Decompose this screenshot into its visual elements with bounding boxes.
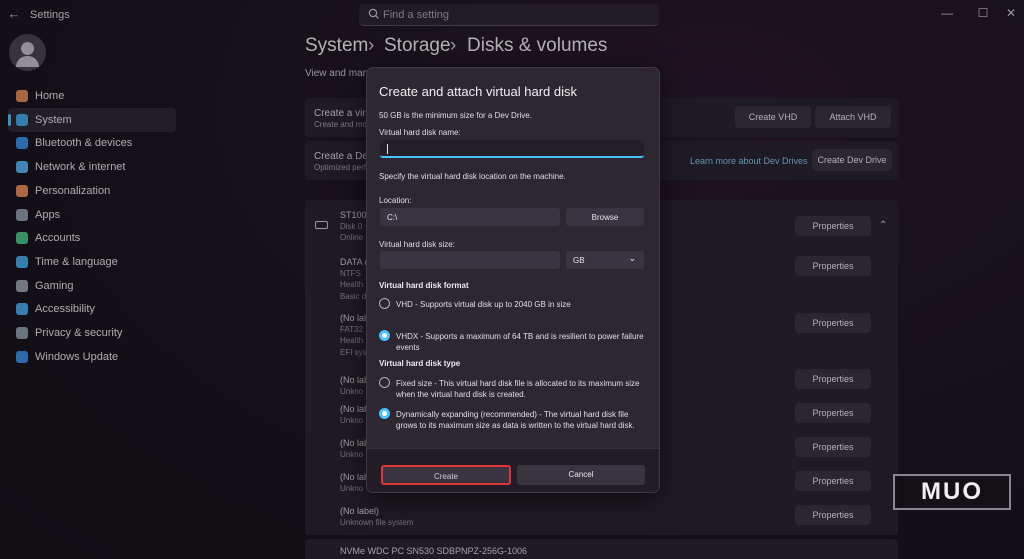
unit-value: GB <box>573 256 585 265</box>
size-label: Virtual hard disk size: <box>379 240 455 249</box>
browse-button[interactable]: Browse <box>566 208 644 226</box>
min-size-note: 50 GB is the minimum size for a Dev Driv… <box>379 111 532 120</box>
vhd-radio[interactable] <box>379 298 390 309</box>
dialog-footer: Create Cancel <box>367 448 659 492</box>
location-hint: Specify the virtual hard disk location o… <box>379 172 566 181</box>
size-input[interactable] <box>380 251 560 269</box>
unit-select[interactable]: GB ⌄ <box>566 251 644 269</box>
fixed-size-label: Fixed size - This virtual hard disk file… <box>396 379 640 399</box>
watermark-logo: MUO <box>893 474 1011 510</box>
type-heading: Virtual hard disk type <box>379 359 461 368</box>
dynamic-radio[interactable] <box>379 408 390 419</box>
create-vhd-dialog: Create and attach virtual hard disk 50 G… <box>366 67 660 493</box>
dialog-title: Create and attach virtual hard disk <box>379 84 577 99</box>
dynamic-label: Dynamically expanding (recommended) - Th… <box>396 410 635 430</box>
cancel-button[interactable]: Cancel <box>517 465 645 485</box>
vhdx-option-label: VHDX - Supports a maximum of 64 TB and i… <box>396 332 644 352</box>
text-caret <box>387 144 388 154</box>
vhd-option-label: VHD - Supports virtual disk up to 2040 G… <box>396 300 571 309</box>
location-input[interactable]: C:\ <box>380 208 560 226</box>
create-button[interactable]: Create <box>381 465 511 485</box>
name-label: Virtual hard disk name: <box>379 128 461 137</box>
fixed-size-radio[interactable] <box>379 377 390 388</box>
chevron-down-icon: ⌄ <box>628 253 636 263</box>
format-heading: Virtual hard disk format <box>379 281 469 290</box>
location-label: Location: <box>379 196 412 205</box>
vhdx-radio[interactable] <box>379 330 390 341</box>
name-input[interactable] <box>380 140 644 158</box>
